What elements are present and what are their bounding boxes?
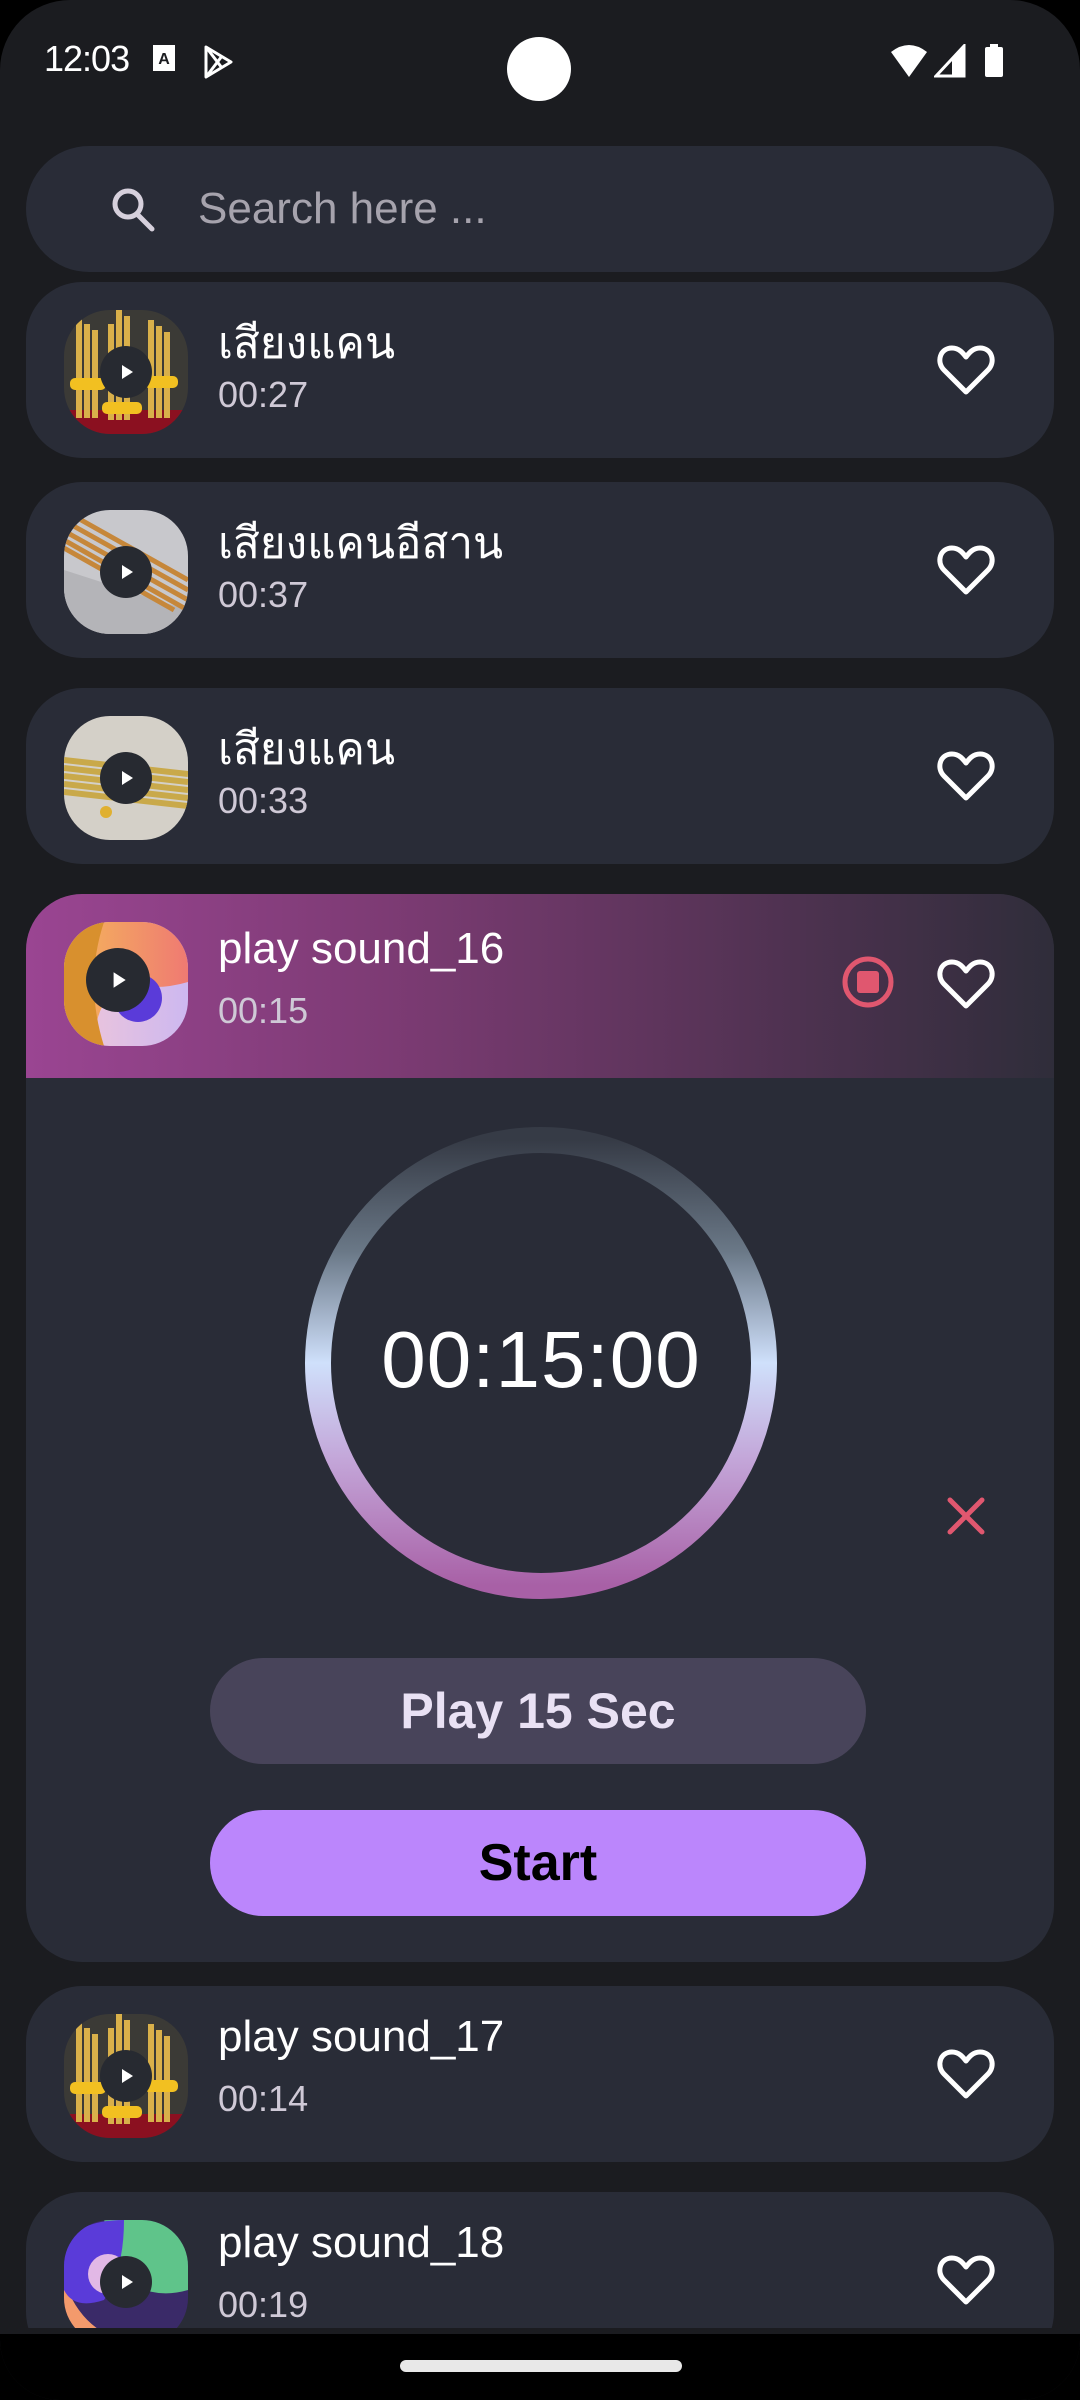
play-icon (122, 365, 133, 379)
sound-thumbnail (64, 510, 188, 634)
sound-thumbnail (64, 2014, 188, 2138)
play-button[interactable] (100, 346, 152, 398)
home-gesture-handle[interactable] (400, 2360, 682, 2372)
sound-duration: 00:33 (218, 780, 309, 821)
sound-title: เสียงแคนอีสาน (218, 519, 504, 568)
battery-icon (984, 44, 1004, 83)
heart-icon[interactable] (934, 952, 998, 1016)
search-icon (110, 186, 156, 237)
sound-list[interactable]: เสียงแคน 00:27 เสียงแคนอีสาน 00:37 เสียง… (26, 282, 1054, 2328)
wifi-icon (890, 44, 928, 83)
sound-title: เสียงแคน (218, 725, 396, 774)
sound-list-item[interactable]: เสียงแคน 00:27 (26, 282, 1054, 458)
play-button[interactable] (100, 752, 152, 804)
sound-list-item-expanded[interactable]: play sound_16 00:15 00:15:00 Play 15 Sec… (26, 894, 1054, 1962)
play-button[interactable] (100, 546, 152, 598)
start-button[interactable]: Start (210, 1810, 866, 1916)
play-button[interactable] (100, 2050, 152, 2102)
play-store-icon (202, 44, 234, 85)
heart-icon[interactable] (934, 2042, 998, 2106)
sound-duration: 00:15 (218, 990, 309, 1031)
sound-list-item[interactable]: play sound_17 00:14 (26, 1986, 1054, 2162)
play-button[interactable] (100, 2256, 152, 2308)
status-bar: 12:03 A (0, 0, 1080, 130)
navigation-bar (0, 2334, 1080, 2400)
sound-thumbnail (64, 716, 188, 840)
cell-signal-icon (932, 42, 966, 83)
play-icon (122, 2275, 133, 2289)
sound-duration: 00:27 (218, 374, 309, 415)
play-button[interactable] (86, 948, 150, 1012)
heart-icon[interactable] (934, 338, 998, 402)
sound-title: play sound_16 (218, 924, 505, 973)
search-input[interactable] (198, 174, 998, 244)
sound-list-item[interactable]: เสียงแคน 00:33 (26, 688, 1054, 864)
now-playing-header[interactable]: play sound_16 00:15 (26, 894, 1054, 1078)
sound-duration: 00:19 (218, 2284, 309, 2325)
app-screen: 12:03 A Search here ... เสียงแคน 00:27 เ… (0, 0, 1080, 2400)
close-icon[interactable] (942, 1492, 990, 1540)
search-bar[interactable] (26, 146, 1054, 272)
sound-title: เสียงแคน (218, 319, 396, 368)
play-icon (122, 771, 133, 785)
svg-text:A: A (158, 51, 170, 68)
sound-thumbnail (64, 310, 188, 434)
heart-icon[interactable] (934, 2248, 998, 2312)
sound-list-item[interactable]: เสียงแคนอีสาน 00:37 (26, 482, 1054, 658)
sound-list-item[interactable]: play sound_18 00:19 (26, 2192, 1054, 2328)
duration-button[interactable]: Play 15 Sec (210, 1658, 866, 1764)
heart-icon[interactable] (934, 744, 998, 808)
sound-title: play sound_17 (218, 2012, 505, 2061)
accessibility-a-icon: A (152, 44, 176, 77)
camera-cutout (507, 37, 571, 101)
heart-icon[interactable] (934, 538, 998, 602)
play-icon (113, 972, 126, 988)
play-icon (122, 565, 133, 579)
status-time: 12:03 (44, 38, 130, 79)
sound-thumbnail (64, 2220, 188, 2328)
sound-title: play sound_18 (218, 2218, 505, 2267)
sound-thumbnail (64, 922, 188, 1046)
sound-duration: 00:14 (218, 2078, 309, 2119)
stop-icon[interactable] (836, 950, 900, 1014)
play-icon (122, 2069, 133, 2083)
sound-duration: 00:37 (218, 574, 309, 615)
timer-display: 00:15:00 (381, 1315, 701, 1404)
